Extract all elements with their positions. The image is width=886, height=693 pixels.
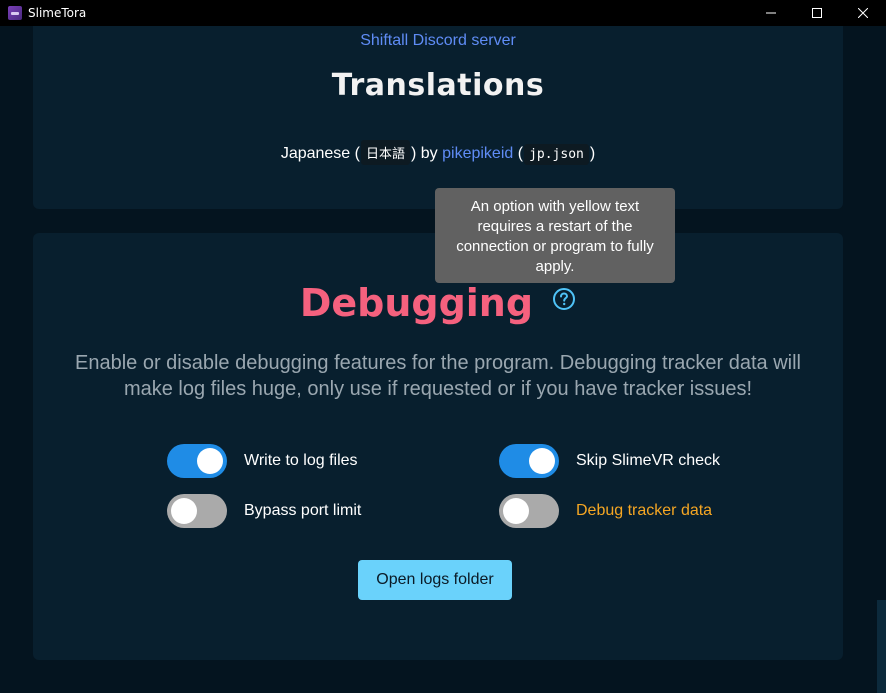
debugging-heading-row: Debugging — [33, 281, 843, 325]
toggle-knob — [529, 448, 555, 474]
open-paren-2: ( — [517, 145, 524, 162]
write-log-label: Write to log files — [244, 452, 358, 469]
open-paren: ( — [354, 145, 360, 162]
debugging-heading: Debugging — [299, 281, 534, 325]
window-controls — [748, 0, 886, 26]
close-paren: ) — [589, 145, 596, 162]
translations-card: Shiftall Discord server Translations Jap… — [33, 26, 843, 209]
toggle-row-debug-tracker: Debug tracker data — [499, 494, 712, 528]
toggle-row-write-log: Write to log files — [167, 444, 358, 478]
app-icon — [8, 6, 22, 20]
bypass-port-toggle[interactable] — [167, 494, 227, 528]
toggle-knob — [197, 448, 223, 474]
title-bar: SlimeTora — [0, 0, 886, 26]
maximize-icon — [812, 8, 822, 18]
restart-tooltip: An option with yellow text requires a re… — [435, 188, 675, 283]
close-button[interactable] — [840, 0, 886, 26]
translation-native-name: 日本語 — [360, 140, 410, 165]
translation-language: Japanese — [280, 145, 351, 162]
translation-file: jp.json — [524, 144, 589, 165]
debug-tracker-toggle[interactable] — [499, 494, 559, 528]
scrollbar[interactable] — [877, 600, 886, 693]
toggle-row-skip-slimevr: Skip SlimeVR check — [499, 444, 720, 478]
toggle-row-bypass-port: Bypass port limit — [167, 494, 361, 528]
close-icon — [858, 8, 868, 18]
window-title: SlimeTora — [28, 6, 87, 20]
close-by: ) by — [411, 145, 438, 162]
debugging-description: Enable or disable debugging features for… — [75, 352, 801, 400]
minimize-button[interactable] — [748, 0, 794, 26]
debugging-card: Debugging Enable or disable debugging fe… — [33, 233, 843, 660]
translations-heading: Translations — [331, 68, 545, 103]
minimize-icon — [766, 12, 776, 14]
question-circle-icon[interactable] — [552, 287, 576, 311]
discord-server-link-text[interactable]: Shiftall Discord server — [360, 32, 516, 49]
skip-slimevr-toggle[interactable] — [499, 444, 559, 478]
translation-entry: Japanese (日本語) by pikepikeid (jp.json) — [33, 140, 843, 165]
toggle-knob — [171, 498, 197, 524]
discord-server-link[interactable]: Shiftall Discord server — [33, 32, 843, 50]
toggle-knob — [503, 498, 529, 524]
open-logs-folder-button[interactable]: Open logs folder — [358, 560, 512, 600]
maximize-button[interactable] — [794, 0, 840, 26]
skip-slimevr-label: Skip SlimeVR check — [576, 452, 721, 469]
bypass-port-label: Bypass port limit — [244, 502, 362, 519]
main-content[interactable]: Shiftall Discord server Translations Jap… — [0, 26, 886, 693]
translation-author-link[interactable]: pikepikeid — [442, 145, 513, 162]
write-log-toggle[interactable] — [167, 444, 227, 478]
debug-tracker-label: Debug tracker data — [576, 502, 713, 519]
